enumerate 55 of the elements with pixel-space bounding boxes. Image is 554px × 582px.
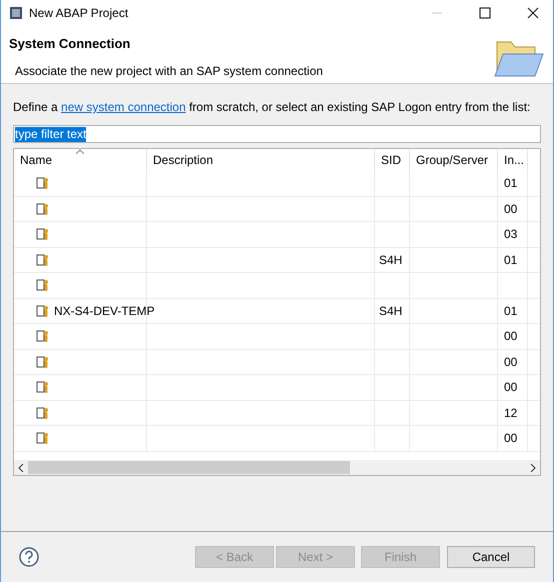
scrollbar-thumb[interactable] [28,461,350,474]
maximize-icon[interactable] [479,7,491,19]
page-title: System Connection [9,35,132,53]
column-header[interactable]: SID [375,149,410,171]
table-cell-text: S4H [379,302,402,320]
column-header[interactable]: Group/Server [410,149,498,171]
new-connection-link[interactable]: new system connection [61,100,186,114]
table-cell-text: S4H [379,252,402,269]
close-icon[interactable] [527,7,539,19]
page-subtitle: Associate the new project with an SAP system connection [14,62,324,80]
table-cell-text: 01 [504,175,518,192]
filter-field[interactable]: type filter text [13,125,541,143]
table-row[interactable]: 00 [14,375,540,400]
table-row[interactable]: 03 [14,222,540,248]
table-row[interactable]: 00 [14,426,540,452]
column-header[interactable]: Name [14,149,147,171]
table-cell-text: 03 [504,226,518,244]
help-icon[interactable] [19,547,39,567]
table-cell-text: NX-S4-DEV-TEMP [54,302,155,320]
table-row[interactable]: 00 [14,324,540,350]
table-cell-text: 01 [504,252,518,269]
table-row[interactable]: 12 [14,400,540,426]
table-cell-text: 00 [504,430,518,448]
scroll-left-icon[interactable] [18,464,24,472]
table-cell-text: 00 [504,354,518,371]
scroll-right-icon[interactable] [530,464,536,472]
table-cell-text: 01 [504,302,518,320]
instruction-text: Define a new system connection from scratch, or select an existing SAP Logon entry from the list: [13,99,532,116]
system-icon [36,354,50,369]
table-cell-text: 00 [504,200,518,218]
system-icon [36,329,50,344]
table-row[interactable]: 00 [14,350,540,375]
system-icon [36,431,50,446]
system-icon [36,278,50,292]
table-cell-text: 00 [504,379,518,396]
table-cell-text: 12 [504,404,518,422]
horizontal-scrollbar[interactable] [14,460,540,475]
system-icon [36,227,50,242]
app-icon [9,6,23,20]
window-title: New ABAP Project [29,5,130,22]
table-row[interactable]: NX-S4-DEV-TEMP S4H 01 [14,298,540,324]
column-header[interactable]: In... [498,149,528,171]
system-icon [36,380,50,394]
table-row[interactable]: S4H 01 [14,248,540,273]
wizard-button[interactable]: Cancel [447,546,535,568]
system-icon [36,202,50,216]
sort-caret-icon [76,149,84,154]
system-icon [36,406,50,420]
table-row[interactable]: 01 [14,171,540,196]
system-icon [36,304,50,318]
table-cell-text: 00 [504,328,518,346]
system-icon [36,252,50,267]
system-icon [36,176,50,190]
table-row[interactable]: 00 [14,196,540,222]
column-header[interactable]: Description [147,149,375,171]
